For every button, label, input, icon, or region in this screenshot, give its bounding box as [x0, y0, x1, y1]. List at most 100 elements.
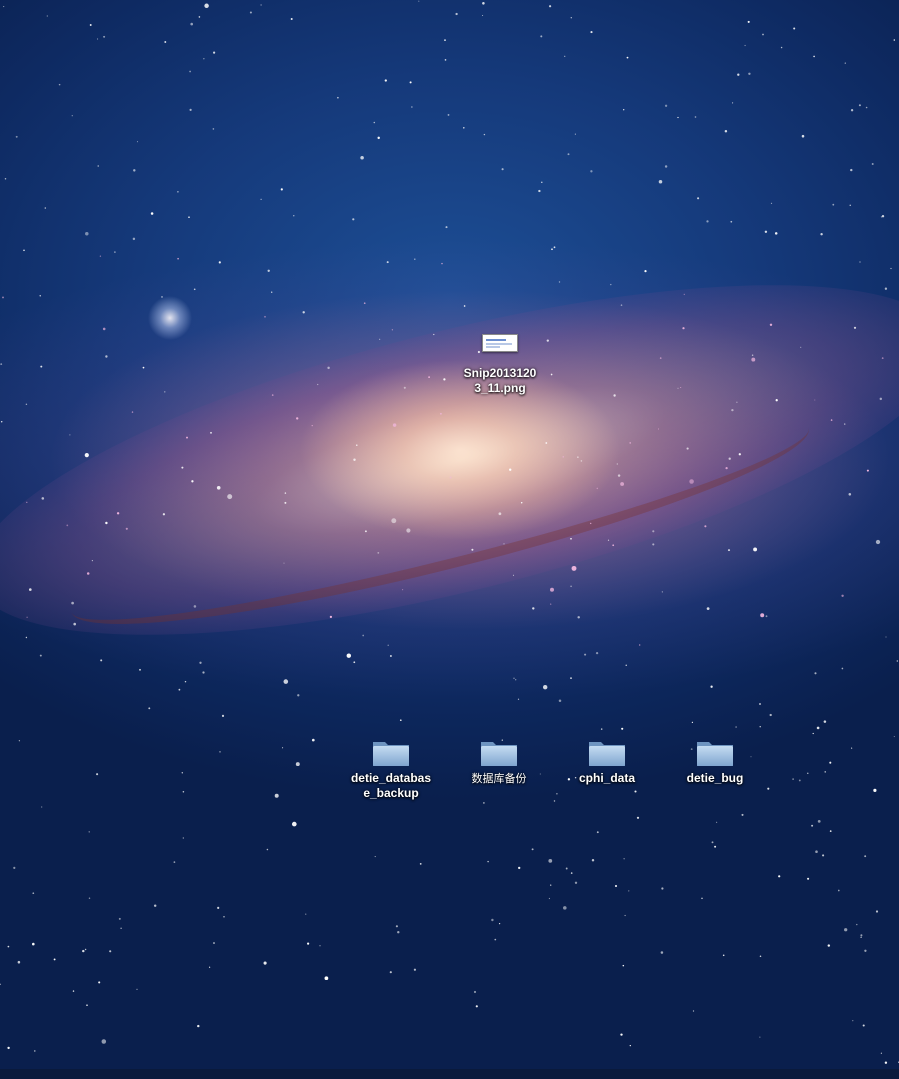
- star: [680, 386, 682, 389]
- desktop-background[interactable]: Snip2013120 3_11.png detie_databas e_bac…: [0, 0, 899, 1079]
- star: [26, 501, 28, 503]
- star: [731, 408, 734, 412]
- star: [520, 501, 523, 504]
- star: [399, 719, 402, 722]
- star: [25, 636, 28, 639]
- star: [148, 707, 151, 710]
- star: [40, 365, 43, 368]
- star: [414, 258, 416, 260]
- star: [327, 366, 330, 370]
- star: [182, 790, 185, 793]
- star: [0, 421, 3, 423]
- star: [741, 813, 744, 816]
- folder-icon: [481, 742, 517, 766]
- star: [881, 214, 885, 218]
- star: [13, 866, 16, 870]
- star: [562, 456, 564, 458]
- star: [571, 565, 577, 571]
- star: [677, 387, 679, 389]
- star: [748, 72, 751, 76]
- star: [624, 914, 626, 917]
- star: [203, 58, 205, 60]
- star: [397, 931, 400, 934]
- desktop-folder-detie-bug[interactable]: detie_bug: [661, 738, 769, 786]
- star: [363, 302, 366, 305]
- star: [875, 910, 879, 913]
- star: [284, 492, 287, 494]
- star: [212, 128, 215, 130]
- star: [596, 487, 599, 490]
- star: [664, 104, 668, 107]
- star: [692, 1010, 695, 1012]
- star: [177, 257, 179, 260]
- star: [71, 601, 74, 605]
- star: [875, 539, 881, 545]
- star: [387, 644, 389, 646]
- star: [136, 141, 139, 143]
- star: [392, 423, 397, 427]
- desktop-folder-detie-database-backup[interactable]: detie_databas e_backup: [337, 738, 445, 801]
- star: [291, 821, 297, 827]
- star: [737, 73, 740, 76]
- star: [652, 543, 655, 546]
- star: [617, 474, 621, 477]
- star: [395, 925, 398, 928]
- star: [512, 574, 515, 576]
- star: [550, 603, 552, 605]
- star: [753, 547, 758, 552]
- star: [58, 83, 61, 86]
- star: [73, 622, 76, 626]
- star: [293, 215, 295, 217]
- desktop-file-snip[interactable]: Snip2013120 3_11.png: [446, 334, 554, 396]
- star: [813, 55, 815, 58]
- star: [767, 787, 770, 790]
- folder-icon: [697, 742, 733, 766]
- star: [173, 861, 176, 863]
- star: [360, 155, 364, 160]
- star: [501, 168, 504, 171]
- star: [660, 951, 664, 954]
- star: [41, 497, 45, 500]
- star: [406, 528, 411, 533]
- star: [595, 651, 599, 655]
- star: [596, 831, 599, 834]
- star: [84, 948, 87, 951]
- star: [66, 524, 69, 527]
- desktop-folder-cphi-data[interactable]: cphi_data: [553, 738, 661, 786]
- star: [498, 512, 502, 516]
- star: [759, 1036, 761, 1038]
- star: [213, 942, 215, 944]
- folder-label: cphi_data: [578, 771, 635, 785]
- star: [880, 216, 883, 218]
- star: [769, 713, 772, 717]
- star: [736, 401, 738, 403]
- star: [271, 394, 274, 396]
- star: [850, 109, 854, 112]
- star: [428, 376, 430, 378]
- star: [386, 261, 389, 264]
- star: [280, 188, 283, 191]
- desktop-folder-database-backup-cn[interactable]: 数据库备份: [445, 738, 553, 786]
- star: [864, 855, 867, 858]
- star: [204, 3, 209, 9]
- star: [32, 892, 35, 895]
- star: [509, 468, 512, 471]
- star: [487, 860, 489, 863]
- star: [659, 357, 662, 359]
- star: [118, 917, 121, 920]
- star: [208, 966, 211, 968]
- star: [548, 897, 550, 900]
- star: [91, 560, 93, 562]
- star: [162, 513, 166, 516]
- star: [738, 453, 741, 456]
- star: [384, 79, 387, 82]
- star: [133, 169, 136, 172]
- star: [613, 394, 616, 397]
- star: [590, 31, 593, 34]
- star: [282, 747, 284, 749]
- star: [841, 667, 844, 670]
- star: [447, 113, 450, 116]
- star: [15, 135, 18, 138]
- star: [661, 887, 664, 890]
- star: [612, 544, 615, 547]
